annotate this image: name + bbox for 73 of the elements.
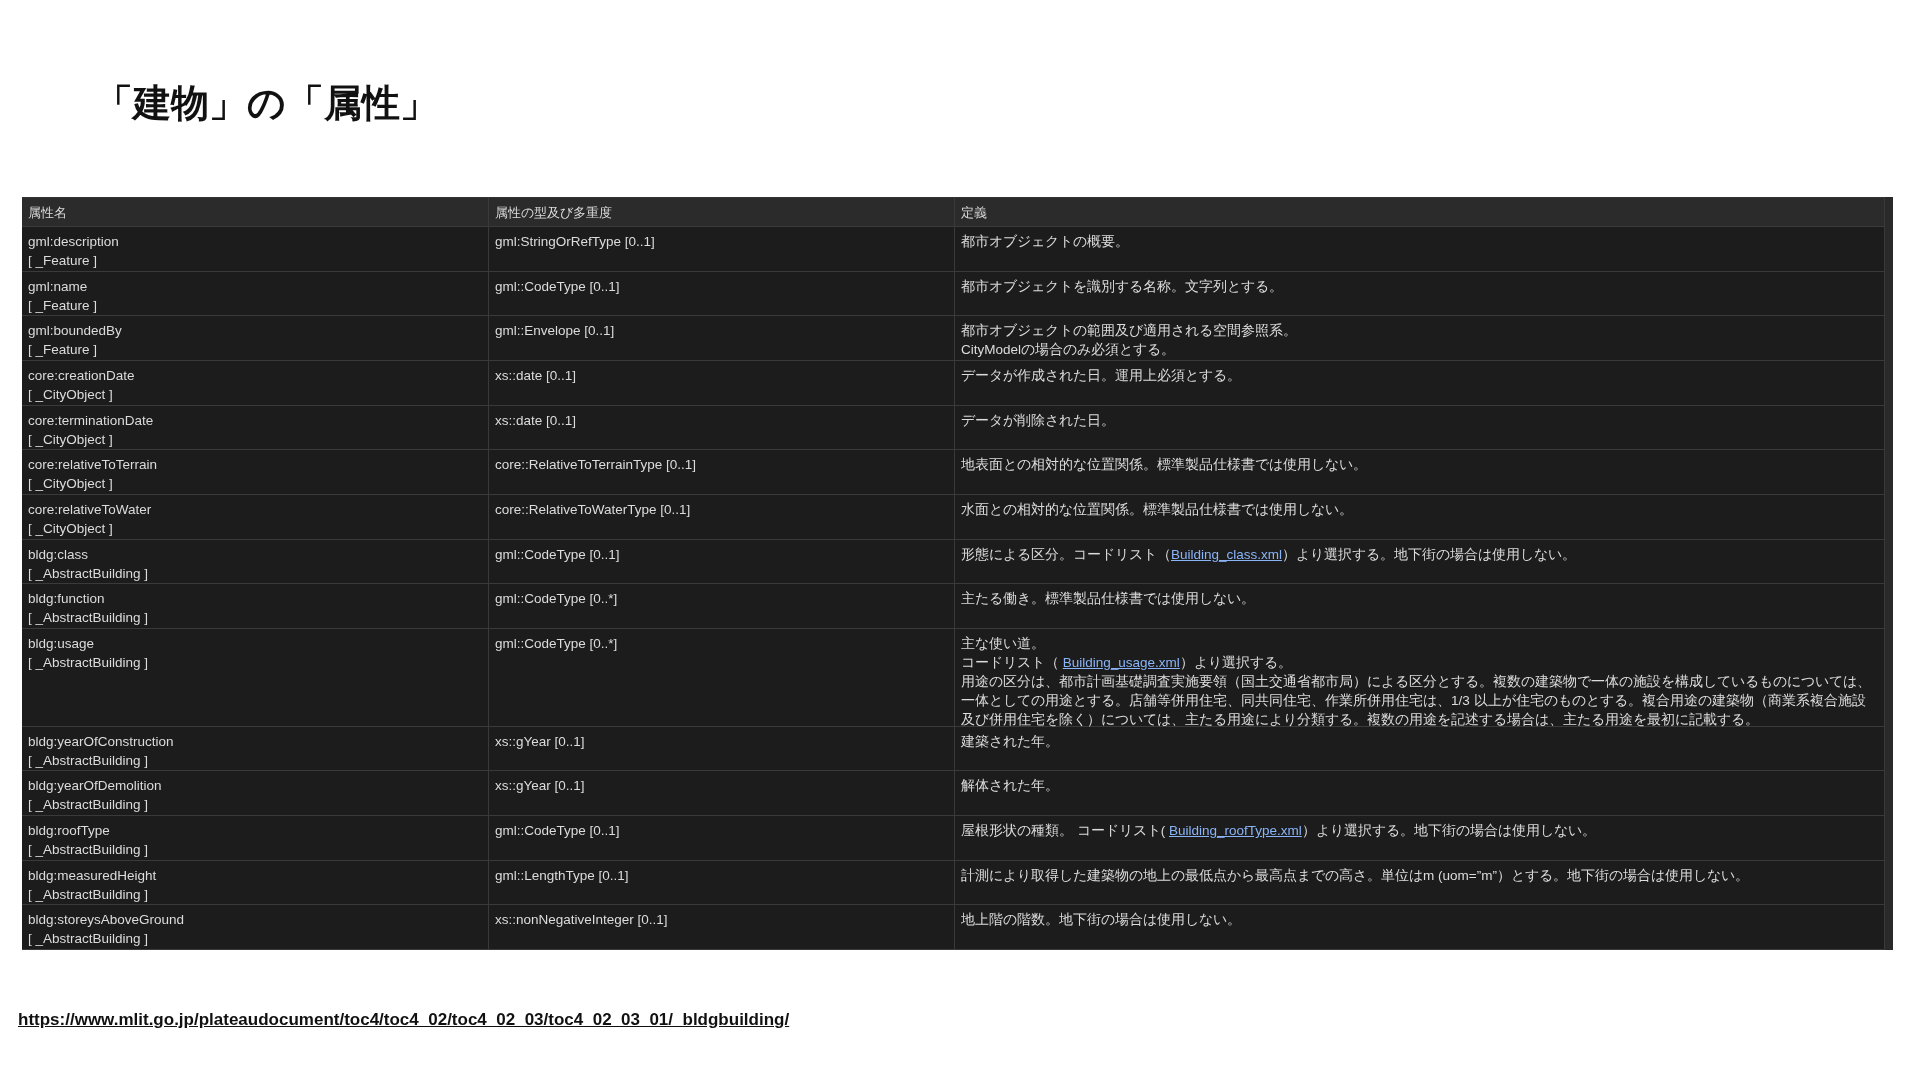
owner-class: [ _AbstractBuilding ] — [28, 751, 150, 770]
owner-class: [ _AbstractBuilding ] — [28, 930, 150, 949]
owner-class: [ _AbstractBuilding ] — [28, 564, 150, 583]
definition-text: 主たる働き。標準製品仕様書では使用しない。 — [961, 590, 1256, 609]
attribute-type: gml::LengthType [0..1] — [495, 866, 630, 885]
owner-class: [ _Feature ] — [28, 252, 99, 270]
attribute-name: core:creationDate — [28, 367, 136, 385]
owner-class: [ _AbstractBuilding ] — [28, 885, 150, 904]
slide-title: 「建物」の「属性」 — [95, 81, 438, 126]
definition-text: データが削除された日。 — [961, 411, 1116, 430]
attribute-name: core:relativeToWater — [28, 501, 153, 520]
attribute-name: gml:boundedBy — [28, 322, 123, 341]
definition-text: データが作成された日。運用上必須とする。 — [961, 367, 1242, 385]
definition-text: ）より選択する。 — [1179, 655, 1292, 671]
definition-text: 計測により取得した建築物の地上の最低点から最高点までの高さ。単位はm (uom=”m”）とする。地下街の場合は使用しない。 — [961, 866, 1750, 885]
attribute-name: gml:description — [28, 233, 120, 251]
owner-class: [ _AbstractBuilding ] — [28, 654, 150, 673]
attribute-type: gml::CodeType [0..*] — [495, 635, 619, 654]
definition-text: 地表面との相対的な位置関係。標準製品仕様書では使用しない。 — [961, 456, 1368, 475]
owner-class: [ _Feature ] — [28, 341, 99, 360]
definition-text: 形態による区分。コードリスト（ — [961, 546, 1171, 562]
attribute-name: core:terminationDate — [28, 411, 155, 430]
owner-class: [ _AbstractBuilding ] — [28, 841, 150, 859]
definition-text: 都市オブジェクトの概要。 — [961, 233, 1130, 251]
attribute-name: core:relativeToTerrain — [28, 456, 159, 475]
attribute-type: gml::Envelope [0..1] — [495, 322, 616, 341]
attribute-type: gml::CodeType [0..1] — [495, 822, 621, 840]
attribute-name: bldg:usage — [28, 635, 96, 654]
attribute-name: bldg:roofType — [28, 822, 111, 840]
definition-text: 水面との相対的な位置関係。標準製品仕様書では使用しない。 — [961, 501, 1354, 520]
attribute-type: xs::gYear [0..1] — [495, 732, 586, 751]
attribute-type: xs::date [0..1] — [495, 411, 578, 430]
owner-class: [ _AbstractBuilding ] — [28, 796, 150, 815]
owner-class: [ _CityObject ] — [28, 430, 114, 449]
owner-class: [ _CityObject ] — [28, 475, 114, 494]
attribute-type: gml::CodeType [0..1] — [495, 545, 621, 564]
definition-text: ）より選択する。地下街の場合は使用しない。 — [1282, 546, 1577, 562]
definition-text: 建築された年。 — [961, 732, 1060, 751]
definition-text: 主な使い道。 — [961, 635, 1046, 654]
definition-text: 都市オブジェクトを識別する名称。文字列とする。 — [961, 277, 1284, 296]
attribute-type: gml::CodeType [0..1] — [495, 277, 621, 296]
owner-class: [ _AbstractBuilding ] — [28, 609, 150, 628]
code-list-link[interactable]: Building_class.xml — [1171, 546, 1283, 562]
attribute-name: bldg:yearOfDemolition — [28, 777, 163, 796]
attribute-type: xs::nonNegativeInteger [0..1] — [495, 911, 669, 930]
code-list-link[interactable]: Building_usage.xml — [1062, 655, 1180, 671]
attribute-name: bldg:storeysAboveGround — [28, 911, 186, 930]
definition-text: ）より選択する。地下街の場合は使用しない。 — [1301, 823, 1596, 838]
attribute-name: bldg:class — [28, 545, 90, 564]
definition-text: 屋根形状の種類。 コードリスト( — [961, 823, 1167, 838]
definition-text: 地上階の階数。地下街の場合は使用しない。 — [961, 911, 1242, 930]
owner-class: [ _Feature ] — [28, 296, 99, 315]
owner-class: [ _CityObject ] — [28, 386, 114, 404]
definition-text: CityModelの場合のみ必須とする。 — [961, 341, 1177, 360]
attribute-type: xs::gYear [0..1] — [495, 777, 586, 796]
attribute-type: gml::CodeType [0..*] — [495, 590, 619, 609]
code-list-link[interactable]: Building_roofType.xml — [1169, 823, 1302, 838]
column-header: 属性名 — [22, 198, 489, 226]
definition-text: 都市オブジェクトの範囲及び適用される空間参照系。 — [961, 322, 1298, 341]
attribute-name: bldg:measuredHeight — [28, 866, 158, 885]
definition-text: コードリスト（ — [961, 655, 1060, 671]
attribute-name: bldg:yearOfConstruction — [28, 732, 175, 751]
source-link[interactable]: https://www.mlit.go.jp/plateaudocument/toc4/toc4_02/toc4_02_03/toc4_02_03_01/_bldgbuilding/ — [18, 1010, 790, 1030]
column-header: 属性の型及び多重度 — [489, 198, 955, 226]
attribute-type: core::RelativeToWaterType [0..1] — [495, 501, 692, 520]
owner-class: [ _CityObject ] — [28, 520, 114, 539]
attribute-type: core::RelativeToTerrainType [0..1] — [495, 456, 698, 475]
attribute-name: bldg:function — [28, 590, 106, 609]
definition-text: 解体された年。 — [961, 777, 1060, 796]
attribute-type: gml:StringOrRefType [0..1] — [495, 233, 656, 251]
definition-text: 用途の区分は、都市計画基礎調査実施要領（国土交通省都市局）による区分とする。複数の建築物で一体の施設を構成しているものについては、一体としての用途とする。店舗等併用住宅、同共同住宅、作業所併用住宅は、1/3 以上が住宅のものとする。複合用途の建築物（商業系複合施設及び併用住宅を除く）については、主たる用途により分類する。複数の用途を記述する場合は、主たる用途を最初に記載する。 — [961, 673, 1872, 730]
attribute-name: gml:name — [28, 277, 89, 296]
attribute-type: xs::date [0..1] — [495, 367, 578, 385]
